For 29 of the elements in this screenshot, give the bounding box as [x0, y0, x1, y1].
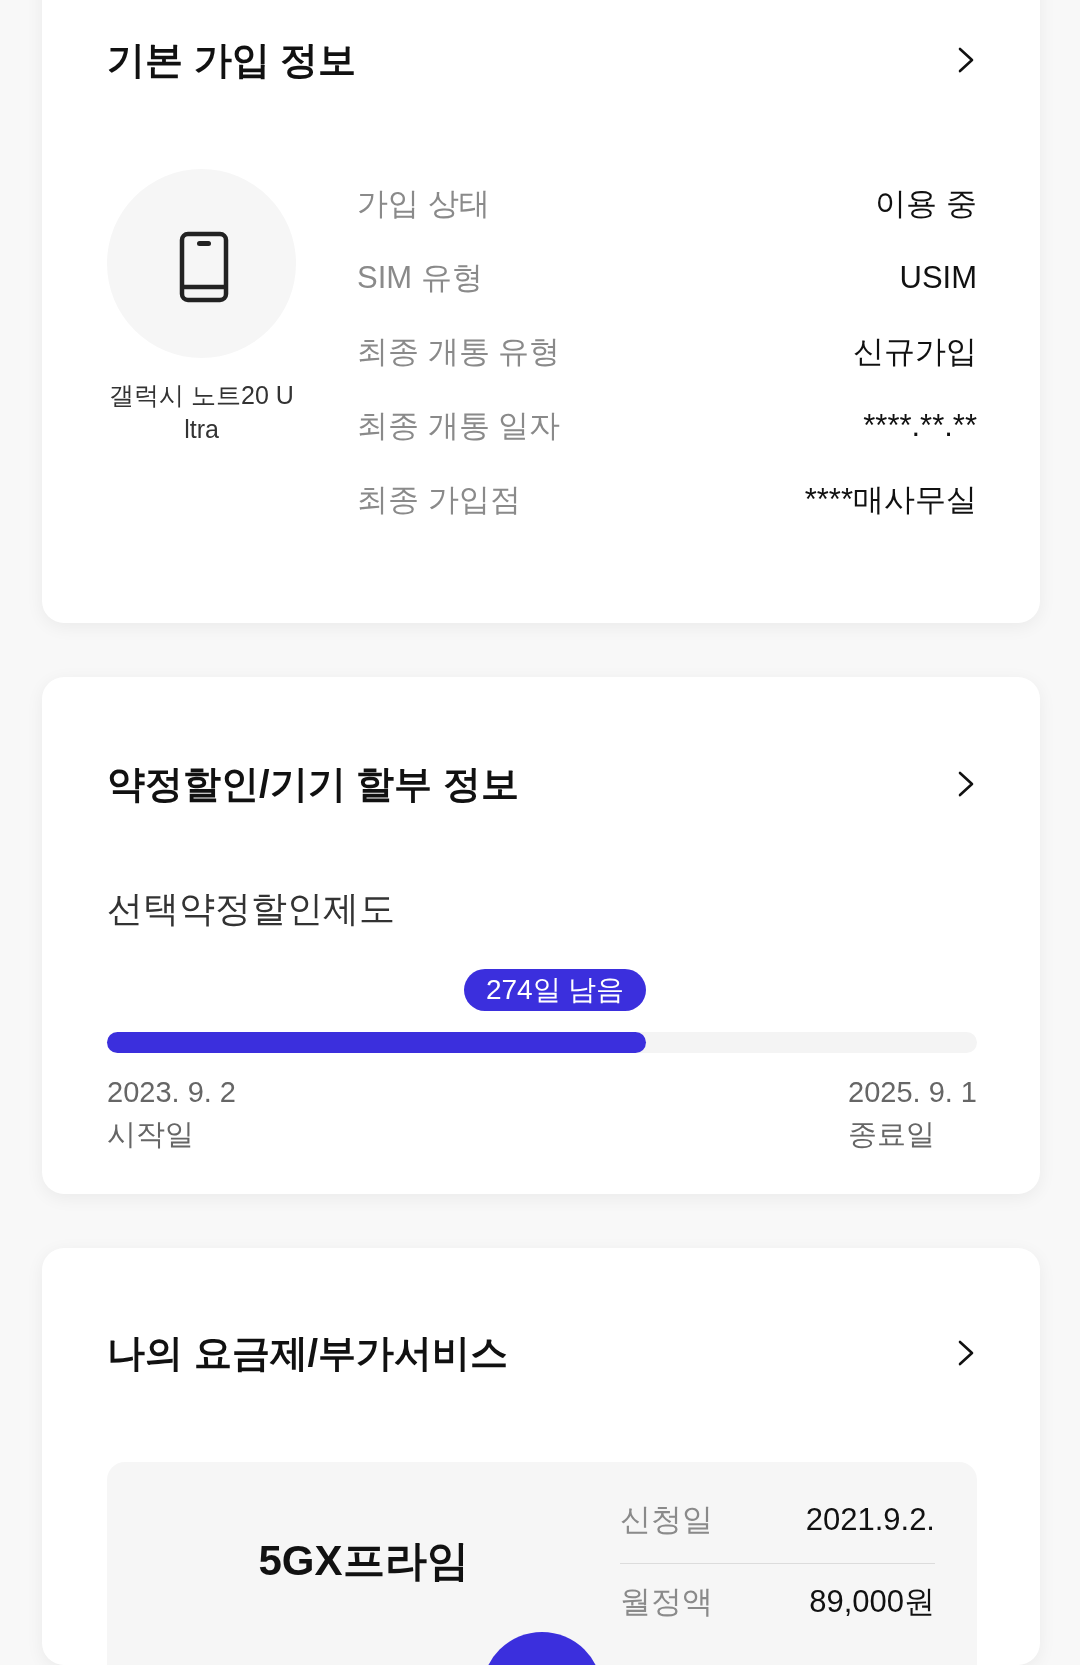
plan-info-label: 신청일 [620, 1501, 713, 1539]
phone-icon [107, 169, 296, 358]
info-label: 최종 개통 유형 [357, 333, 561, 371]
info-label: 최종 개통 일자 [357, 407, 561, 445]
section-title: 나의 요금제/부가서비스 [107, 1331, 509, 1376]
section-title: 약정할인/기기 할부 정보 [107, 762, 519, 807]
plan-name: 5GX프라임 [258, 1536, 469, 1586]
info-value: 이용 중 [875, 185, 977, 223]
section-title: 기본 가입 정보 [107, 38, 357, 83]
chevron-right-icon[interactable] [957, 46, 975, 74]
info-value: ****.**.** [863, 408, 977, 444]
plan-info-value: 2021.9.2. [805, 1502, 935, 1538]
chevron-right-icon[interactable] [957, 1339, 975, 1367]
plan-info-value: 89,000원 [809, 1583, 935, 1621]
start-date-label: 시작일 [107, 1117, 195, 1152]
plan-info-label: 월정액 [620, 1583, 713, 1621]
remaining-days-badge: 274일 남음 [463, 969, 647, 1011]
device-name: 갤럭시 노트20 Ultra [108, 380, 295, 445]
info-value: ****매사무실 [804, 481, 977, 519]
end-date: 2025. 9. 1 [848, 1075, 977, 1110]
info-label: 가입 상태 [357, 185, 490, 223]
end-date-label: 종료일 [848, 1117, 936, 1152]
info-value: USIM [899, 260, 977, 296]
info-label: 최종 가입점 [357, 481, 521, 519]
chevron-right-icon[interactable] [957, 770, 975, 798]
start-date: 2023. 9. 2 [107, 1075, 236, 1110]
discount-type: 선택약정할인제도 [107, 887, 396, 931]
info-value: 신규가입 [853, 333, 977, 371]
info-label: SIM 유형 [357, 259, 483, 297]
